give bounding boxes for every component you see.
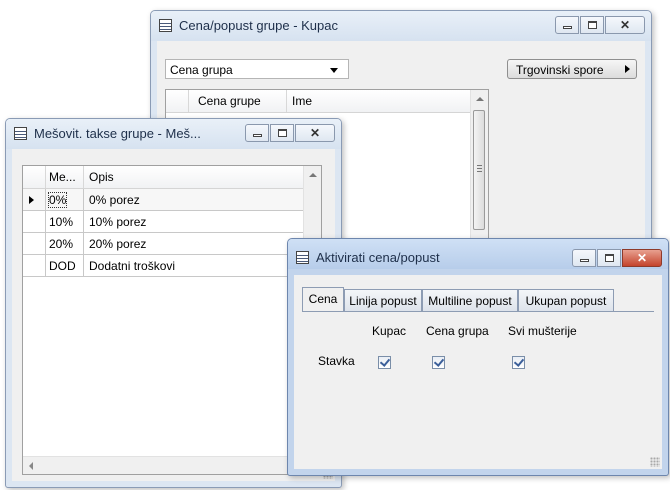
misc-charges-hscrollbar[interactable] — [23, 456, 321, 474]
activate-price-tabstrip: Cena Linija popust Multiline popust Ukup… — [302, 287, 652, 313]
misc-charges-grid-header: Me... Opis — [23, 166, 305, 189]
column-header-description[interactable]: Opis — [89, 170, 114, 184]
table-row[interactable]: 0% 0% porez — [23, 189, 305, 211]
maximize-button[interactable] — [580, 16, 604, 34]
minimize-button[interactable] — [555, 16, 579, 34]
column-header-price-group[interactable]: Cena grupe — [198, 94, 261, 108]
cell-code[interactable]: DOD — [49, 259, 76, 273]
activate-price-client: Cena Linija popust Multiline popust Ukup… — [294, 275, 662, 469]
price-group-scrollbar[interactable] — [470, 90, 488, 248]
price-tab-panel: Kupac Cena grupa Svi mušterije Stavka — [302, 311, 654, 462]
table-row[interactable]: DOD Dodatni troškovi — [23, 255, 305, 277]
chevron-down-icon — [330, 68, 338, 73]
activate-price-titlebar[interactable]: Aktivirati cena/popust ✕ — [288, 239, 668, 269]
minimize-icon — [580, 259, 589, 262]
scroll-left-icon[interactable] — [29, 462, 33, 470]
header-price-group: Cena grupa — [426, 324, 489, 338]
misc-charges-title: Mešovit. takse grupe - Meš... — [34, 126, 201, 141]
form-icon — [159, 19, 172, 32]
scroll-up-icon[interactable] — [476, 97, 484, 101]
header-customer: Kupac — [372, 324, 407, 338]
activate-price-title: Aktivirati cena/popust — [316, 250, 440, 265]
trade-agreements-button[interactable]: Trgovinski spore — [507, 59, 637, 79]
close-button[interactable]: ✕ — [605, 16, 645, 34]
price-group-type-select[interactable]: Cena grupa — [165, 59, 349, 79]
cell-description[interactable]: Dodatni troškovi — [89, 259, 175, 273]
close-icon: ✕ — [619, 18, 631, 32]
close-button[interactable]: ✕ — [295, 124, 335, 142]
maximize-icon — [588, 21, 597, 29]
misc-charges-grid[interactable]: Me... Opis 0% 0% porez 10% 10% porez 20% — [22, 165, 322, 475]
minimize-button[interactable] — [572, 249, 596, 267]
header-all-customers: Svi mušterije — [508, 324, 577, 338]
item-all-customers-checkbox[interactable] — [512, 356, 525, 369]
column-header-code[interactable]: Me... — [49, 170, 76, 184]
maximize-button[interactable] — [597, 249, 621, 267]
row-pointer-icon — [29, 196, 34, 204]
close-button[interactable]: ✕ — [622, 249, 662, 267]
cell-code[interactable]: 10% — [49, 215, 73, 229]
scroll-thumb[interactable] — [473, 110, 485, 230]
form-icon — [14, 127, 27, 140]
item-customer-checkbox[interactable] — [378, 356, 391, 369]
activate-price-window[interactable]: Aktivirati cena/popust ✕ Cena Linija pop… — [287, 238, 669, 476]
misc-charges-titlebar[interactable]: Mešovit. takse grupe - Meš... ✕ — [6, 119, 341, 149]
item-price-group-checkbox[interactable] — [432, 356, 445, 369]
column-header-name[interactable]: Ime — [292, 94, 312, 108]
minimize-icon — [563, 26, 572, 29]
table-row[interactable]: 10% 10% porez — [23, 211, 305, 233]
chevron-right-icon — [625, 65, 630, 73]
cell-description[interactable]: 20% porez — [89, 237, 146, 251]
minimize-button[interactable] — [245, 124, 269, 142]
price-group-titlebar[interactable]: Cena/popust grupe - Kupac ✕ — [151, 11, 651, 41]
trade-agreements-label: Trgovinski spore — [516, 63, 604, 77]
resize-grip[interactable] — [650, 457, 660, 467]
maximize-button[interactable] — [270, 124, 294, 142]
cell-code[interactable]: 0% — [47, 192, 68, 208]
price-group-type-value: Cena grupa — [170, 63, 233, 77]
table-row[interactable]: 20% 20% porez — [23, 233, 305, 255]
close-icon: ✕ — [636, 251, 648, 265]
tab-multiline-discount[interactable]: Multiline popust — [422, 289, 518, 311]
tab-line-discount[interactable]: Linija popust — [344, 289, 422, 311]
cell-description[interactable]: 10% porez — [89, 215, 146, 229]
tab-price[interactable]: Cena — [302, 287, 344, 311]
minimize-icon — [253, 134, 262, 137]
close-icon: ✕ — [309, 126, 321, 140]
cell-code[interactable]: 20% — [49, 237, 73, 251]
price-group-grid-header: Cena grupe Ime — [166, 90, 472, 113]
maximize-icon — [605, 254, 614, 262]
tab-total-discount[interactable]: Ukupan popust — [518, 289, 614, 311]
maximize-icon — [278, 129, 287, 137]
form-icon — [296, 251, 309, 264]
scroll-up-icon[interactable] — [309, 173, 317, 177]
row-label-item: Stavka — [318, 354, 355, 368]
price-group-title: Cena/popust grupe - Kupac — [179, 18, 338, 33]
cell-description[interactable]: 0% porez — [89, 193, 140, 207]
